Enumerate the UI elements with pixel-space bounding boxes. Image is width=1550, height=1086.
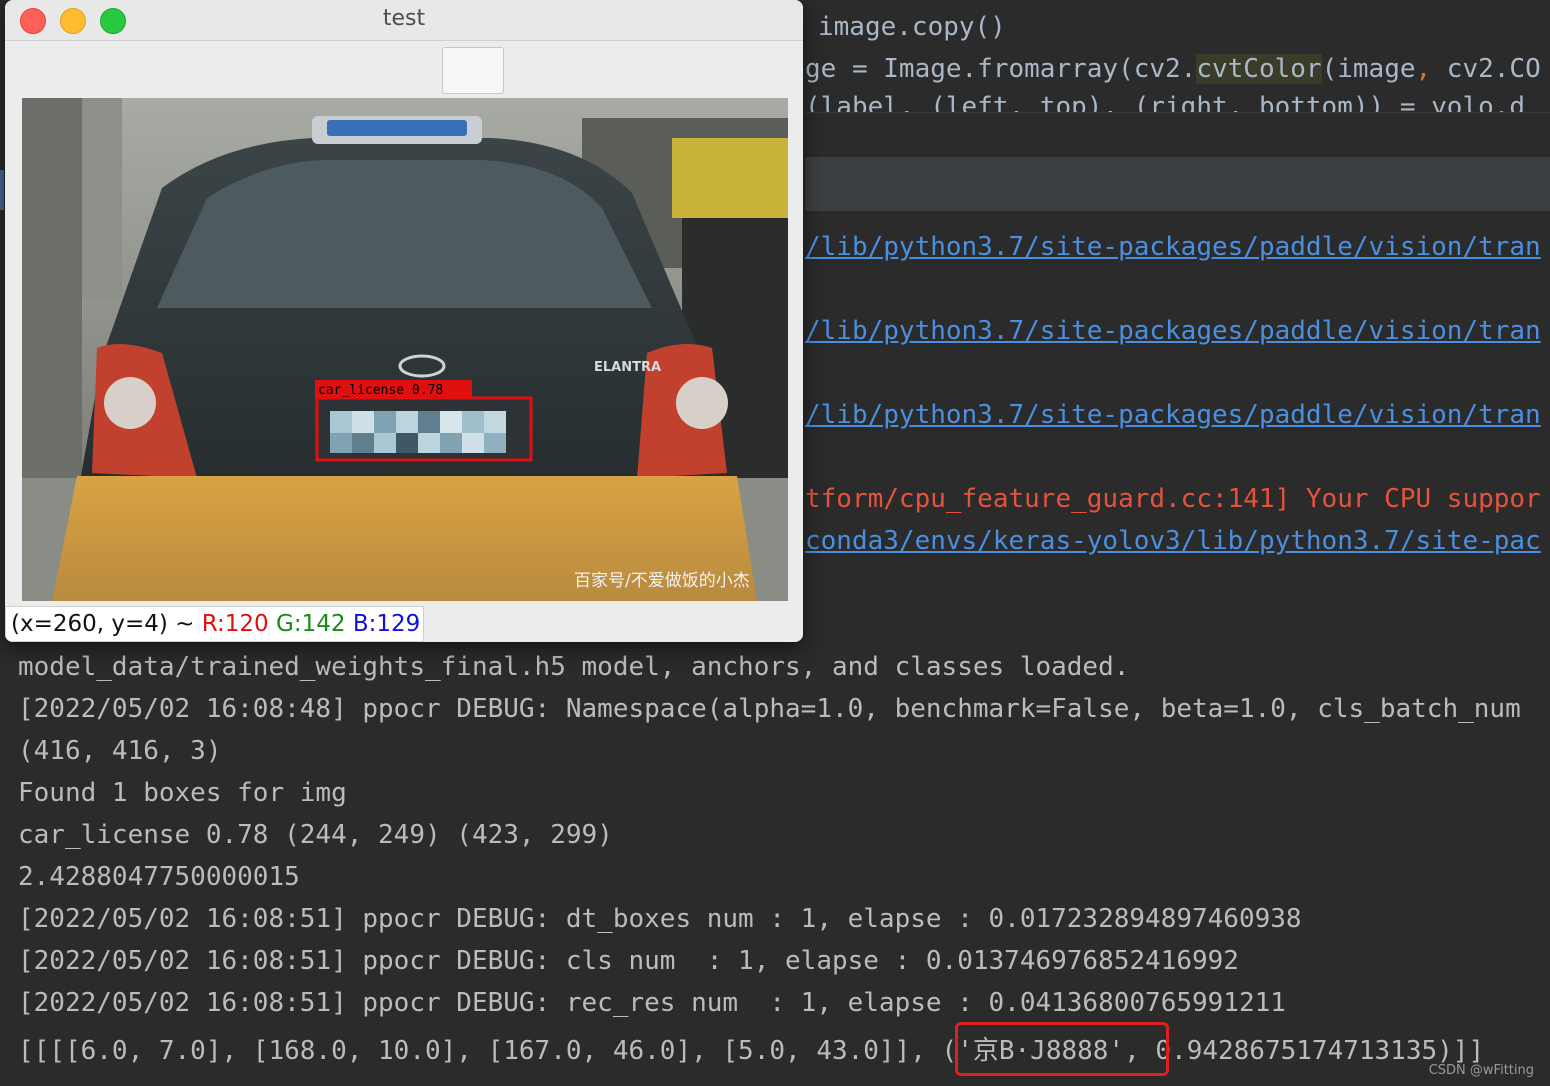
console-line: Found 1 boxes for img bbox=[18, 778, 347, 808]
code-line-2[interactable]: ge = Image.fromarray(cv2.cvtColor(image,… bbox=[805, 54, 1541, 84]
code-text: cv2.CO bbox=[1431, 54, 1541, 84]
gutter-marker bbox=[0, 170, 4, 210]
car-model-text: ELANTRA bbox=[594, 360, 661, 375]
console-link-4[interactable]: conda3/envs/keras-yolov3/lib/python3.7/s… bbox=[805, 526, 1541, 556]
console-warning: tform/cpu_feature_guard.cc:141] Your CPU… bbox=[805, 484, 1541, 514]
car-photo: car_license 0.78 ELANTRA 百家号/不爱做饭的小杰 bbox=[22, 98, 788, 601]
image-window[interactable]: test car_license 0.78 ELANTRA 百家号/不爱做饭的小… bbox=[5, 0, 803, 642]
window-titlebar[interactable]: test bbox=[5, 0, 803, 41]
status-green: G:142 bbox=[276, 611, 346, 637]
result-highlight-box bbox=[955, 1022, 1169, 1076]
code-line-1[interactable]: image.copy() bbox=[818, 12, 1006, 42]
image-watermark: 百家号/不爱做饭的小杰 bbox=[574, 571, 750, 591]
code-text: ge = Image.fromarray(cv2. bbox=[805, 54, 1197, 84]
detection-label: car_license 0.78 bbox=[318, 383, 443, 398]
console-link-1[interactable]: /lib/python3.7/site-packages/paddle/visi… bbox=[805, 232, 1541, 262]
status-coords: (x=260, y=4) ~ bbox=[11, 611, 202, 637]
status-blue: B:129 bbox=[352, 611, 421, 637]
run-panel-header[interactable] bbox=[805, 157, 1550, 212]
code-text: (image bbox=[1321, 54, 1416, 84]
code-text: image.copy() bbox=[818, 12, 1006, 42]
pixel-status-bar: (x=260, y=4) ~ R:120 G:142 B:129 bbox=[5, 606, 424, 642]
console-line: [2022/05/02 16:08:48] ppocr DEBUG: Names… bbox=[18, 694, 1521, 724]
code-text: (label, (left, top), (right, bottom)) = … bbox=[805, 92, 1526, 112]
console-link-2[interactable]: /lib/python3.7/site-packages/paddle/visi… bbox=[805, 316, 1541, 346]
console-line: [2022/05/02 16:08:51] ppocr DEBUG: rec_r… bbox=[18, 988, 1286, 1018]
console-line: [[[[6.0, 7.0], [168.0, 10.0], [167.0, 46… bbox=[18, 1036, 1485, 1066]
console-link-3[interactable]: /lib/python3.7/site-packages/paddle/visi… bbox=[805, 400, 1541, 430]
console-line: 2.4288047750000015 bbox=[18, 862, 300, 892]
status-red: R:120 bbox=[201, 611, 269, 637]
console-line: car_license 0.78 (244, 249) (423, 299) bbox=[18, 820, 613, 850]
console-line: [2022/05/02 16:08:51] ppocr DEBUG: cls n… bbox=[18, 946, 1239, 976]
code-line-3[interactable]: (label, (left, top), (right, bottom)) = … bbox=[805, 92, 1525, 112]
credit-watermark: CSDN @wFitting bbox=[1428, 1063, 1534, 1078]
code-comma: , bbox=[1415, 54, 1432, 84]
console-line: (416, 416, 3) bbox=[18, 736, 222, 766]
console-line: model_data/trained_weights_final.h5 mode… bbox=[18, 652, 1130, 682]
console-line: [2022/05/02 16:08:51] ppocr DEBUG: dt_bo… bbox=[18, 904, 1302, 934]
toolbar-button[interactable] bbox=[442, 47, 504, 94]
editor-separator bbox=[805, 112, 1550, 158]
image-view[interactable]: car_license 0.78 ELANTRA 百家号/不爱做饭的小杰 bbox=[22, 98, 788, 601]
window-title: test bbox=[382, 6, 426, 31]
code-function-highlight: cvtColor bbox=[1196, 54, 1322, 84]
